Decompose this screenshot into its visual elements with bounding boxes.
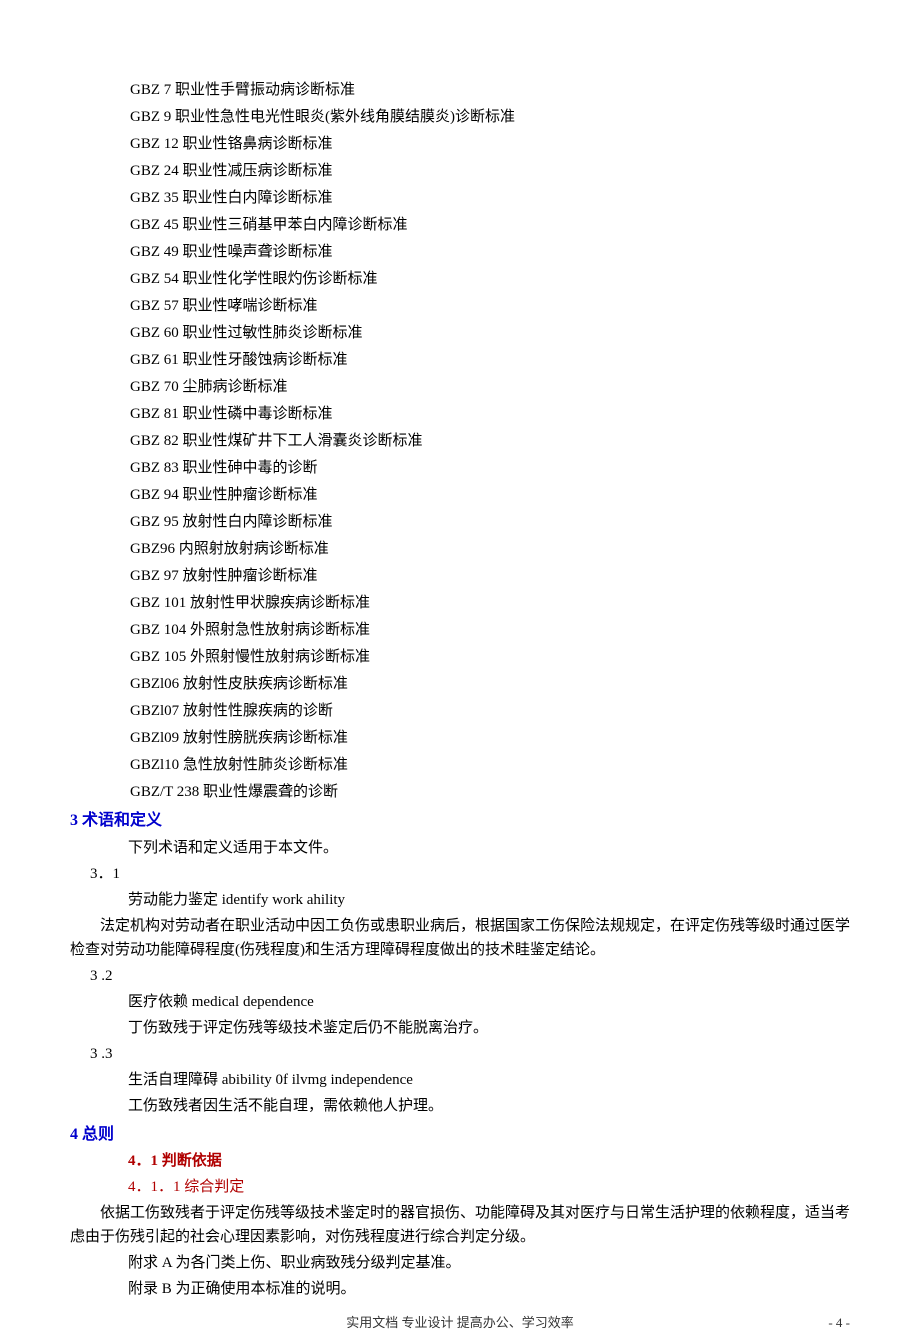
section-4-heading: 4 总则 [70, 1122, 850, 1148]
gbz-item: GBZ 105 外照射慢性放射病诊断标准 [130, 645, 850, 669]
term-title: 医疗依赖 medical dependence [70, 990, 850, 1014]
gbz-item: GBZ 45 职业性三硝基甲苯白内障诊断标准 [130, 213, 850, 237]
gbz-item: GBZ96 内照射放射病诊断标准 [130, 537, 850, 561]
term-description: 丁伤致残于评定伤残等级技术鉴定后仍不能脱离治疗。 [70, 1016, 850, 1040]
footer-center-text: 实用文档 专业设计 提高办公、学习效率 [346, 1313, 574, 1334]
gbz-item: GBZl10 急性放射性肺炎诊断标准 [130, 753, 850, 777]
section-3-heading: 3 术语和定义 [70, 808, 850, 834]
appendix-b-note: 附录 B 为正确使用本标准的说明。 [70, 1277, 850, 1301]
section-3-intro: 下列术语和定义适用于本文件。 [70, 836, 850, 860]
term-description: 工伤致残者因生活不能自理，需依赖他人护理。 [70, 1094, 850, 1118]
appendix-a-note: 附求 A 为各门类上伤、职业病致残分级判定基准。 [70, 1251, 850, 1275]
gbz-item: GBZ 54 职业性化学性眼灼伤诊断标准 [130, 267, 850, 291]
term-number: 3．1 [70, 862, 850, 886]
term-number: 3 .3 [70, 1042, 850, 1066]
gbz-item: GBZ 12 职业性铬鼻病诊断标准 [130, 132, 850, 156]
term-title: 生活自理障碍 abibility 0f ilvmg independence [70, 1068, 850, 1092]
section-4-1-heading: 4．1 判断依据 [70, 1149, 850, 1173]
gbz-item: GBZ 7 职业性手臂振动病诊断标准 [130, 78, 850, 102]
gbz-item: GBZ 94 职业性肿瘤诊断标准 [130, 483, 850, 507]
term-title: 劳动能力鉴定 identify work ahility [70, 888, 850, 912]
gbz-item: GBZ 104 外照射急性放射病诊断标准 [130, 618, 850, 642]
gbz-item: GBZ 61 职业性牙酸蚀病诊断标准 [130, 348, 850, 372]
gbz-item: GBZ 9 职业性急性电光性眼炎(紫外线角膜结膜炎)诊断标准 [130, 105, 850, 129]
terms-block: 3．1劳动能力鉴定 identify work ahility法定机构对劳动者在… [70, 862, 850, 1118]
gbz-item: GBZ 81 职业性磷中毒诊断标准 [130, 402, 850, 426]
gbz-item: GBZ 70 尘肺病诊断标准 [130, 375, 850, 399]
gbz-item: GBZl07 放射性性腺疾病的诊断 [130, 699, 850, 723]
gbz-item: GBZ 24 职业性减压病诊断标准 [130, 159, 850, 183]
section-4-1-1-heading: 4．1．1 综合判定 [70, 1175, 850, 1199]
para-4-1-1: 依据工伤致残者于评定伤残等级技术鉴定时的器官损伤、功能障碍及其对医疗与日常生活护… [70, 1201, 850, 1249]
gbz-item: GBZ 60 职业性过敏性肺炎诊断标准 [130, 321, 850, 345]
gbz-item: GBZ 35 职业性白内障诊断标准 [130, 186, 850, 210]
gbz-item: GBZ 95 放射性白内障诊断标准 [130, 510, 850, 534]
term-number: 3 .2 [70, 964, 850, 988]
gbz-item: GBZ 83 职业性砷中毒的诊断 [130, 456, 850, 480]
gbz-item: GBZ 49 职业性噪声聋诊断标准 [130, 240, 850, 264]
document-page: GBZ 7 职业性手臂振动病诊断标准 GBZ 9 职业性急性电光性眼炎(紫外线角膜… [0, 0, 920, 1343]
gbz-item: GBZ 82 职业性煤矿井下工人滑囊炎诊断标准 [130, 429, 850, 453]
gbz-item: GBZ 97 放射性肿瘤诊断标准 [130, 564, 850, 588]
gbz-standards-list: GBZ 7 职业性手臂振动病诊断标准 GBZ 9 职业性急性电光性眼炎(紫外线角膜… [70, 78, 850, 804]
gbz-item: GBZl06 放射性皮肤疾病诊断标准 [130, 672, 850, 696]
term-description: 法定机构对劳动者在职业活动中因工负伤或患职业病后，根据国家工伤保险法规规定，在评… [70, 914, 850, 962]
gbz-item: GBZ 101 放射性甲状腺疾病诊断标准 [130, 591, 850, 615]
gbz-item: GBZ/T 238 职业性爆震聋的诊断 [130, 780, 850, 804]
gbz-item: GBZl09 放射性膀胱疾病诊断标准 [130, 726, 850, 750]
footer-page-number: - 4 - [828, 1313, 850, 1334]
gbz-item: GBZ 57 职业性哮喘诊断标准 [130, 294, 850, 318]
